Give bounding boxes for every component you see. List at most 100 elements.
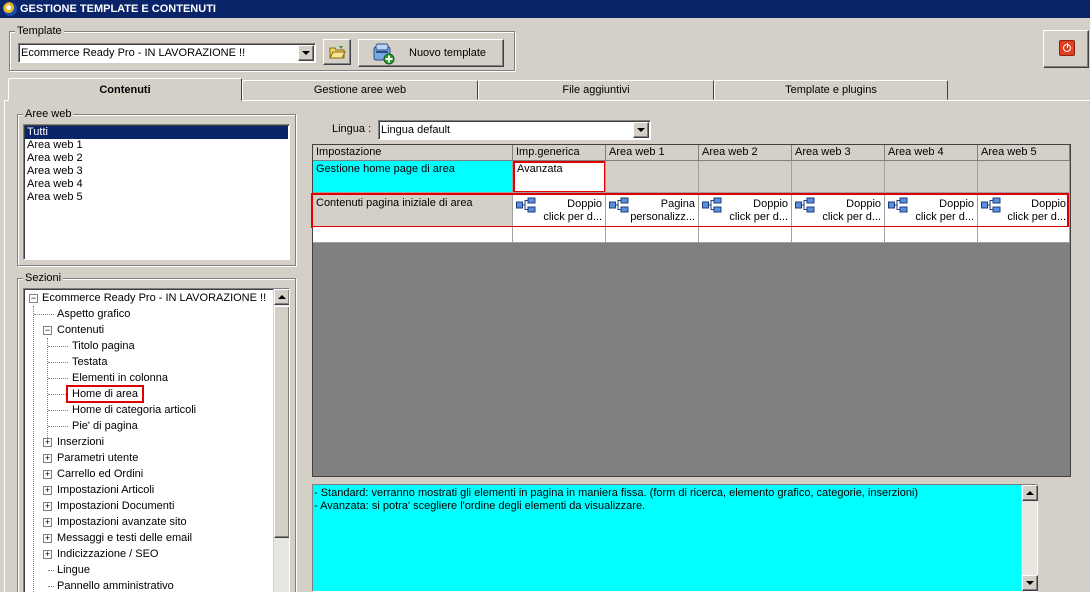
tree-expand-icon[interactable]: + [43,470,52,479]
tree-item-carrello-ed-ordini[interactable]: + Carrello ed Ordini [24,466,274,482]
grid-cell[interactable] [699,161,792,193]
grid-cell[interactable] [313,227,513,243]
chevron-down-icon [637,128,645,132]
scroll-up-button[interactable] [1022,485,1038,501]
tree-item-home-di-area[interactable]: Home di area [24,385,274,403]
scroll-thumb[interactable] [274,306,289,538]
grid-row-label[interactable]: Contenuti pagina iniziale di area [313,193,513,227]
settings-grid[interactable]: Impostazione Imp.generica Area web 1 Are… [311,144,1071,477]
tree-item-label: Lingue [57,564,91,576]
chevron-down-icon [302,51,310,55]
description-line: - Avanzata: si potra' scegliere l'ordine… [314,500,646,512]
grid-cell[interactable] [978,161,1070,193]
tree-item-inserzioni[interactable]: + Inserzioni [24,434,274,450]
tree-expand-icon[interactable]: + [43,454,52,463]
grid-cell[interactable] [606,161,699,193]
grid-header-area-web-2[interactable]: Area web 2 [699,145,792,161]
tree-item-lingue[interactable]: Lingue [24,562,274,578]
tree-expand-icon[interactable]: + [43,438,52,447]
list-item[interactable]: Area web 3 [25,165,288,178]
tab-template-e-plugins[interactable]: Template e plugins [714,80,948,100]
list-item[interactable]: Area web 1 [25,139,288,152]
grid-cell[interactable] [792,161,885,193]
grid-row-label[interactable]: Gestione home page di area [313,161,513,193]
grid-cell[interactable] [606,227,699,243]
tree-expand-icon[interactable]: + [43,518,52,527]
grid-cell[interactable] [885,227,978,243]
grid-cell-value: Avanzata [517,163,563,175]
grid-cell[interactable]: Doppio click per d... [978,193,1070,227]
tree-item-label: Home di area [66,385,145,403]
template-select[interactable]: Ecommerce Ready Pro - IN LAVORAZIONE !! [18,43,316,63]
tree-item-elementi-in-colonna[interactable]: Elementi in colonna [24,370,274,386]
memo-scrollbar[interactable] [1021,485,1038,591]
tree-item-label: Inserzioni [57,436,105,448]
tree-item-label: Testata [72,356,108,368]
tree-item-home-di-categoria-articoli[interactable]: Home di categoria articoli [24,402,274,418]
grid-cell[interactable]: Doppio click per d... [513,193,606,227]
tree-item-indicizzazione-seo[interactable]: + Indicizzazione / SEO [24,546,274,562]
lingua-select[interactable]: Lingua default [378,120,651,140]
tree-expand-icon[interactable]: + [43,534,52,543]
grid-cell[interactable]: Doppio click per d... [699,193,792,227]
new-template-button-label: Nuovo template [409,47,487,59]
tree-item-testata[interactable]: Testata [24,354,274,370]
tree-scrollbar[interactable] [273,289,289,592]
template-select-dropdown-button[interactable] [298,45,314,61]
tree-item-titolo-pagina[interactable]: Titolo pagina [24,338,274,354]
tree-item-messaggi-e-testi-email[interactable]: + Messaggi e testi delle email [24,530,274,546]
grid-header-impostazione[interactable]: Impostazione [313,145,513,161]
grid-cell[interactable]: Doppio click per d... [792,193,885,227]
grid-cell[interactable] [699,227,792,243]
tree-item-label: Carrello ed Ordini [57,468,144,480]
grid-header-area-web-4[interactable]: Area web 4 [885,145,978,161]
description-memo[interactable]: - Standard: verranno mostrati gli elemen… [312,484,1038,592]
tree-item-label: Impostazioni Articoli [57,484,155,496]
grid-cell[interactable] [885,161,978,193]
list-item[interactable]: Area web 4 [25,178,288,191]
tab-gestione-aree-web[interactable]: Gestione aree web [242,80,478,100]
grid-cell[interactable]: Doppio click per d... [885,193,978,227]
list-item[interactable]: Area web 2 [25,152,288,165]
tree-item-pannello-amministrativo[interactable]: Pannello amministrativo [24,578,274,592]
aree-web-list[interactable]: Tutti Area web 1 Area web 2 Area web 3 A… [23,124,290,260]
sezioni-tree[interactable]: − Ecommerce Ready Pro - IN LAVORAZIONE !… [23,288,290,592]
lingua-select-dropdown-button[interactable] [633,122,649,138]
tree-item-impostazioni-documenti[interactable]: + Impostazioni Documenti [24,498,274,514]
tab-contenuti[interactable]: Contenuti [8,78,242,101]
list-item[interactable]: Area web 5 [25,191,288,204]
tree-item-aspetto-grafico[interactable]: Aspetto grafico [24,306,274,322]
grid-cell[interactable] [513,227,606,243]
grid-header-imp-generica[interactable]: Imp.generica [513,145,606,161]
grid-cell[interactable] [792,227,885,243]
grid-cell[interactable]: Pagina personalizz... [606,193,699,227]
scroll-down-button[interactable] [1022,575,1038,591]
tree-expand-icon[interactable]: + [43,502,52,511]
tree-expand-icon[interactable]: + [43,486,52,495]
tree-collapse-icon[interactable]: − [43,326,52,335]
grid-cell[interactable] [978,227,1070,243]
tree-item-contenuti[interactable]: − Contenuti [24,322,274,338]
new-template-button[interactable]: Nuovo template [358,39,504,67]
tree-structure-icon [981,197,1001,213]
tab-file-aggiuntivi[interactable]: File aggiuntivi [478,80,714,100]
window-title-bar: GESTIONE TEMPLATE E CONTENUTI [0,0,1090,18]
scroll-up-button[interactable] [274,289,289,305]
tree-item-impostazioni-articoli[interactable]: + Impostazioni Articoli [24,482,274,498]
grid-header-area-web-3[interactable]: Area web 3 [792,145,885,161]
tree-expand-icon[interactable]: + [43,550,52,559]
grid-cell[interactable]: Avanzata [513,161,606,193]
template-select-value: Ecommerce Ready Pro - IN LAVORAZIONE !! [21,47,246,59]
grid-header-area-web-1[interactable]: Area web 1 [606,145,699,161]
tree-item-pie-di-pagina[interactable]: Pie' di pagina [24,418,274,434]
grid-header-area-web-5[interactable]: Area web 5 [978,145,1070,161]
tree-item-ecommerce-ready-pro[interactable]: − Ecommerce Ready Pro - IN LAVORAZIONE !… [24,290,274,306]
list-item[interactable]: Tutti [25,126,288,139]
lingua-select-value: Lingua default [381,124,451,136]
tree-collapse-icon[interactable]: − [29,294,38,303]
tree-item-label: Messaggi e testi delle email [57,532,193,544]
close-module-button[interactable] [1043,30,1089,68]
tree-item-parametri-utente[interactable]: + Parametri utente [24,450,274,466]
open-folder-button[interactable] [323,39,351,65]
tree-item-impostazioni-avanzate-sito[interactable]: + Impostazioni avanzate sito [24,514,274,530]
